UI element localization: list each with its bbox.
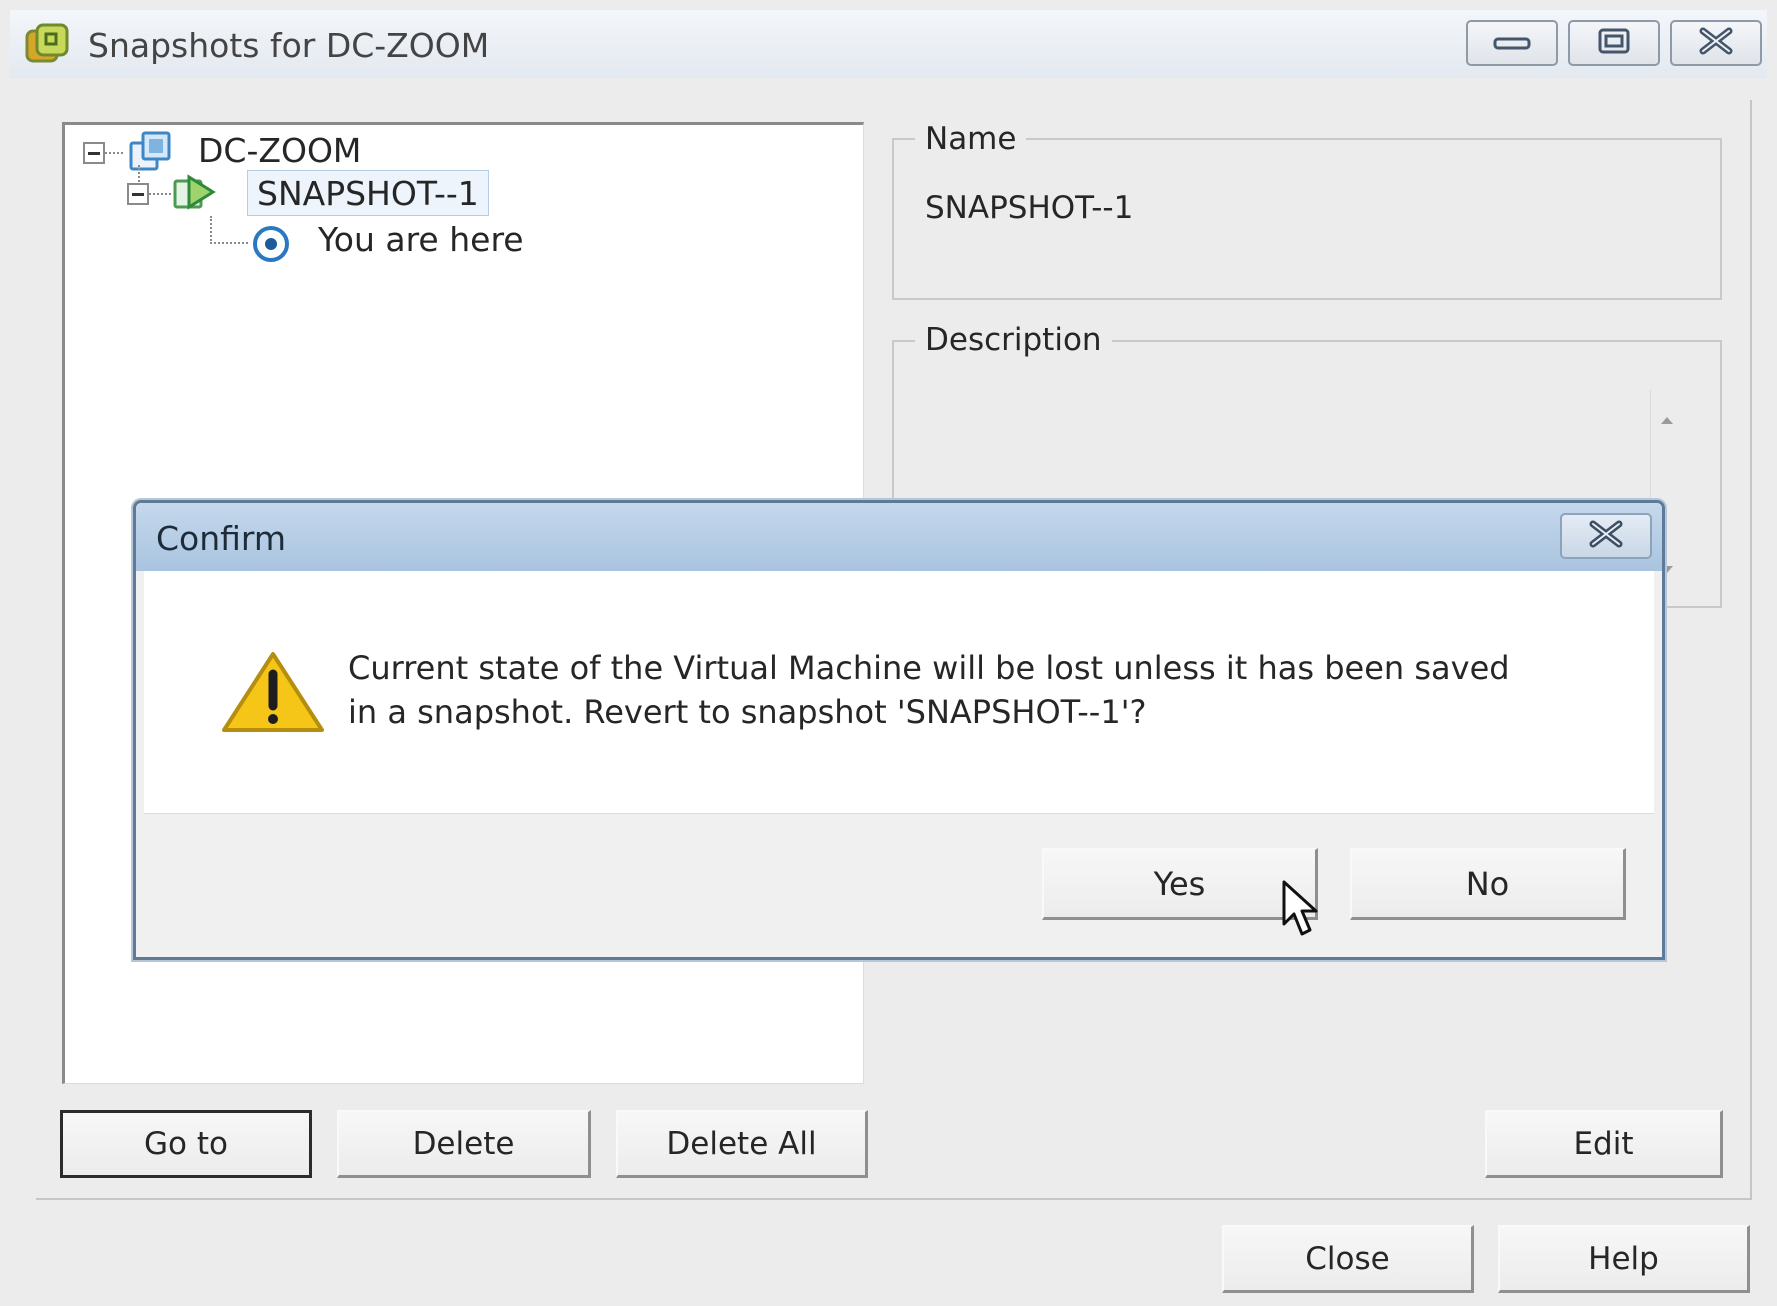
tree-connector xyxy=(210,242,248,244)
vm-icon xyxy=(127,129,173,179)
description-legend: Description xyxy=(915,322,1112,358)
close-icon xyxy=(1697,27,1735,59)
dialog-titlebar[interactable]: Confirm xyxy=(136,503,1662,571)
you-are-here-icon xyxy=(251,224,291,268)
window-close-button[interactable] xyxy=(1670,20,1762,66)
tree-root-label[interactable]: DC-ZOOM xyxy=(198,131,361,170)
dialog-title: Confirm xyxy=(156,519,287,558)
window-titlebar[interactable]: Snapshots for DC-ZOOM xyxy=(10,10,1767,78)
help-button[interactable]: Help xyxy=(1498,1225,1750,1293)
snapshot-icon xyxy=(171,169,217,219)
scroll-up-arrow-icon[interactable] xyxy=(1659,410,1675,429)
delete-button[interactable]: Delete xyxy=(337,1110,591,1178)
close-button[interactable]: Close xyxy=(1222,1225,1474,1293)
tree-connector xyxy=(105,152,123,154)
name-legend: Name xyxy=(915,121,1027,157)
delete-all-button[interactable]: Delete All xyxy=(616,1110,868,1178)
tree-snapshot-label[interactable]: SNAPSHOT--1 xyxy=(257,174,479,213)
no-button[interactable]: No xyxy=(1350,848,1626,920)
yes-button[interactable]: Yes xyxy=(1042,848,1318,920)
edit-button[interactable]: Edit xyxy=(1485,1110,1723,1178)
warning-icon xyxy=(220,650,326,736)
maximize-button[interactable] xyxy=(1568,20,1660,66)
window-title: Snapshots for DC-ZOOM xyxy=(88,26,490,65)
snapshot-name-value: SNAPSHOT--1 xyxy=(925,190,1134,226)
collapse-snapshot-icon[interactable] xyxy=(127,183,149,205)
maximize-icon xyxy=(1597,27,1631,59)
dialog-close-button[interactable] xyxy=(1560,513,1652,559)
tree-connector xyxy=(149,193,171,195)
vm-snapshot-app-icon xyxy=(24,22,70,66)
minimize-icon xyxy=(1492,31,1532,55)
dialog-message: Current state of the Virtual Machine wil… xyxy=(348,649,1510,731)
mouse-cursor-icon xyxy=(1282,880,1322,938)
go-to-button[interactable]: Go to xyxy=(60,1110,312,1178)
minimize-button[interactable] xyxy=(1466,20,1558,66)
tree-connector xyxy=(210,216,212,244)
close-icon xyxy=(1587,520,1625,552)
tree-current-state-label[interactable]: You are here xyxy=(318,220,524,259)
collapse-root-icon[interactable] xyxy=(83,142,105,164)
